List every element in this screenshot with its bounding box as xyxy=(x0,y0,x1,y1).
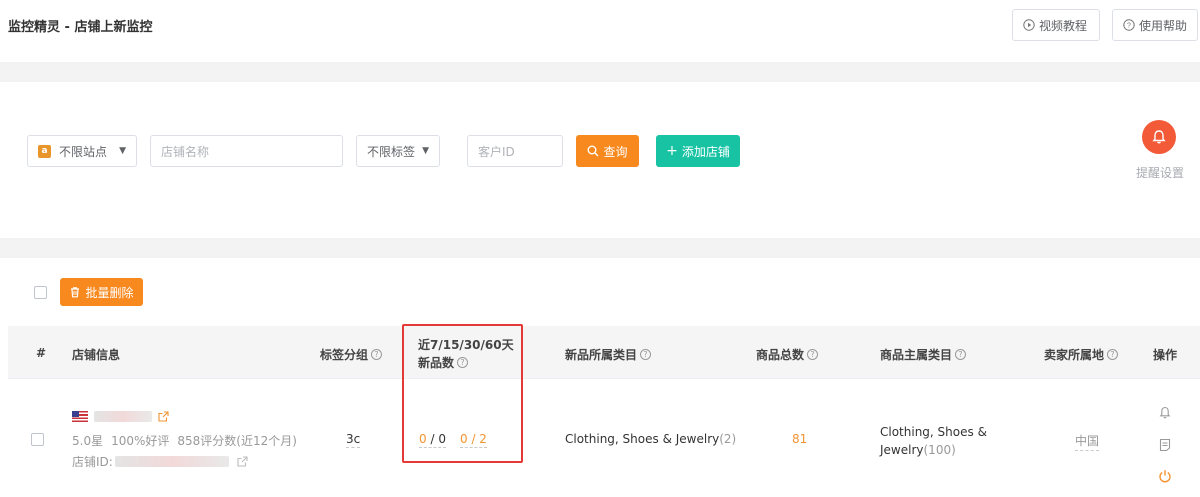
table-header: # 店铺信息 标签分组 ? 近7/15/30/60天 新品数 ? 新品所属类目 … xyxy=(8,326,1200,379)
store-id-line: 店铺ID: xyxy=(72,453,248,470)
help-label: 使用帮助 xyxy=(1139,18,1188,33)
store-stats: 5.0星 100%好评 858评分数(近12个月) xyxy=(72,432,297,449)
customer-id-input[interactable]: 客户ID xyxy=(467,135,563,167)
bell-icon xyxy=(1152,130,1166,144)
col-seller-location: 卖家所属地 ? xyxy=(1044,346,1119,363)
play-circle-icon xyxy=(1023,19,1035,31)
main-category-cell: Clothing, Shoes & Jewelry(100) xyxy=(880,423,987,459)
batch-delete-button[interactable]: 批量删除 xyxy=(60,278,143,306)
store-id-redacted xyxy=(114,456,229,467)
question-circle-icon: ? xyxy=(1123,19,1135,31)
store-id-label: 店铺ID: xyxy=(72,455,113,469)
row-checkbox[interactable] xyxy=(31,433,44,446)
site-select-value: 不限站点 xyxy=(59,144,108,159)
chevron-down-icon: ▼ xyxy=(119,146,126,156)
amazon-icon: a xyxy=(38,144,51,158)
add-store-label: 添加店铺 xyxy=(681,144,730,159)
help-icon[interactable]: ? xyxy=(1107,349,1119,360)
col-total-items: 商品总数 ? xyxy=(756,346,819,363)
highlight-annotation xyxy=(402,324,523,463)
document-icon[interactable] xyxy=(1158,438,1172,452)
search-button-label: 查询 xyxy=(603,144,628,159)
page-title: 监控精灵 - 店铺上新监控 xyxy=(8,20,153,35)
store-rating: 5.0星 xyxy=(72,434,104,448)
search-button[interactable]: 查询 xyxy=(576,135,639,167)
add-store-button[interactable]: + 添加店铺 xyxy=(656,135,740,167)
main-category-line1: Clothing, Shoes & xyxy=(880,425,987,439)
chevron-down-icon: ▼ xyxy=(422,146,429,156)
store-name-input[interactable]: 店铺名称 xyxy=(150,135,343,167)
col-seller-location-label: 卖家所属地 xyxy=(1044,348,1105,362)
plus-icon: + xyxy=(666,143,678,159)
col-index: # xyxy=(36,346,47,360)
new-category-name: Clothing, Shoes & Jewelry xyxy=(565,432,720,446)
select-all-checkbox[interactable] xyxy=(34,286,47,299)
filter-panel: a 不限站点 ▼ 店铺名称 不限标签 ▼ 客户ID 查询 + 添加店铺 提醒设置 xyxy=(0,82,1200,238)
list-panel: 批量删除 # 店铺信息 标签分组 ? 近7/15/30/60天 新品数 ? 新品… xyxy=(0,258,1200,497)
help-button[interactable]: ? 使用帮助 xyxy=(1112,9,1198,41)
help-icon[interactable]: ? xyxy=(955,349,967,360)
col-actions: 操作 xyxy=(1153,348,1178,362)
seller-location-value: 中国 xyxy=(1075,432,1100,451)
store-positive: 100%好评 xyxy=(111,434,170,448)
tag-value[interactable]: 3c xyxy=(346,432,361,448)
search-icon xyxy=(587,145,599,157)
site-select[interactable]: a 不限站点 ▼ xyxy=(27,135,137,167)
new-category-count: (2) xyxy=(719,432,737,446)
total-items-value[interactable]: 81 xyxy=(792,432,807,446)
col-new-category: 新品所属类目 ? xyxy=(565,346,652,363)
external-link-icon[interactable] xyxy=(158,411,169,422)
batch-delete-label: 批量删除 xyxy=(85,285,134,300)
bell-icon[interactable] xyxy=(1158,406,1172,420)
us-flag-icon xyxy=(72,411,88,422)
tag-select[interactable]: 不限标签 ▼ xyxy=(356,135,440,167)
store-name-redacted[interactable] xyxy=(94,411,152,422)
main-category-line2: Jewelry xyxy=(880,443,924,457)
col-new-category-label: 新品所属类目 xyxy=(565,348,638,362)
col-total-items-label: 商品总数 xyxy=(756,348,805,362)
svg-text:?: ? xyxy=(1127,23,1131,30)
main-category-count: (100) xyxy=(923,443,956,457)
help-icon[interactable]: ? xyxy=(807,349,819,360)
col-main-category-label: 商品主属类目 xyxy=(880,348,953,362)
new-category-cell: Clothing, Shoes & Jewelry(2) xyxy=(565,432,736,446)
help-icon[interactable]: ? xyxy=(371,349,383,360)
store-reviews: 858评分数(近12个月) xyxy=(177,434,297,448)
video-tutorial-label: 视频教程 xyxy=(1039,18,1088,33)
separator-band xyxy=(0,238,1200,258)
video-tutorial-button[interactable]: 视频教程 xyxy=(1012,9,1100,41)
separator-band xyxy=(0,62,1200,82)
tag-select-value: 不限标签 xyxy=(367,144,416,159)
external-link-icon[interactable] xyxy=(237,456,248,467)
power-icon[interactable] xyxy=(1158,469,1172,483)
top-bar: 监控精灵 - 店铺上新监控 视频教程 ? 使用帮助 xyxy=(0,0,1200,62)
col-store-info: 店铺信息 xyxy=(72,348,121,362)
alert-settings-label[interactable]: 提醒设置 xyxy=(1136,164,1184,181)
col-tag-group-label: 标签分组 xyxy=(320,348,369,362)
store-name-line xyxy=(72,411,169,422)
col-tag-group: 标签分组 ? xyxy=(320,346,383,363)
col-main-category: 商品主属类目 ? xyxy=(880,346,967,363)
help-icon[interactable]: ? xyxy=(640,349,652,360)
trash-icon xyxy=(71,287,80,298)
alert-settings-button[interactable] xyxy=(1142,120,1176,154)
